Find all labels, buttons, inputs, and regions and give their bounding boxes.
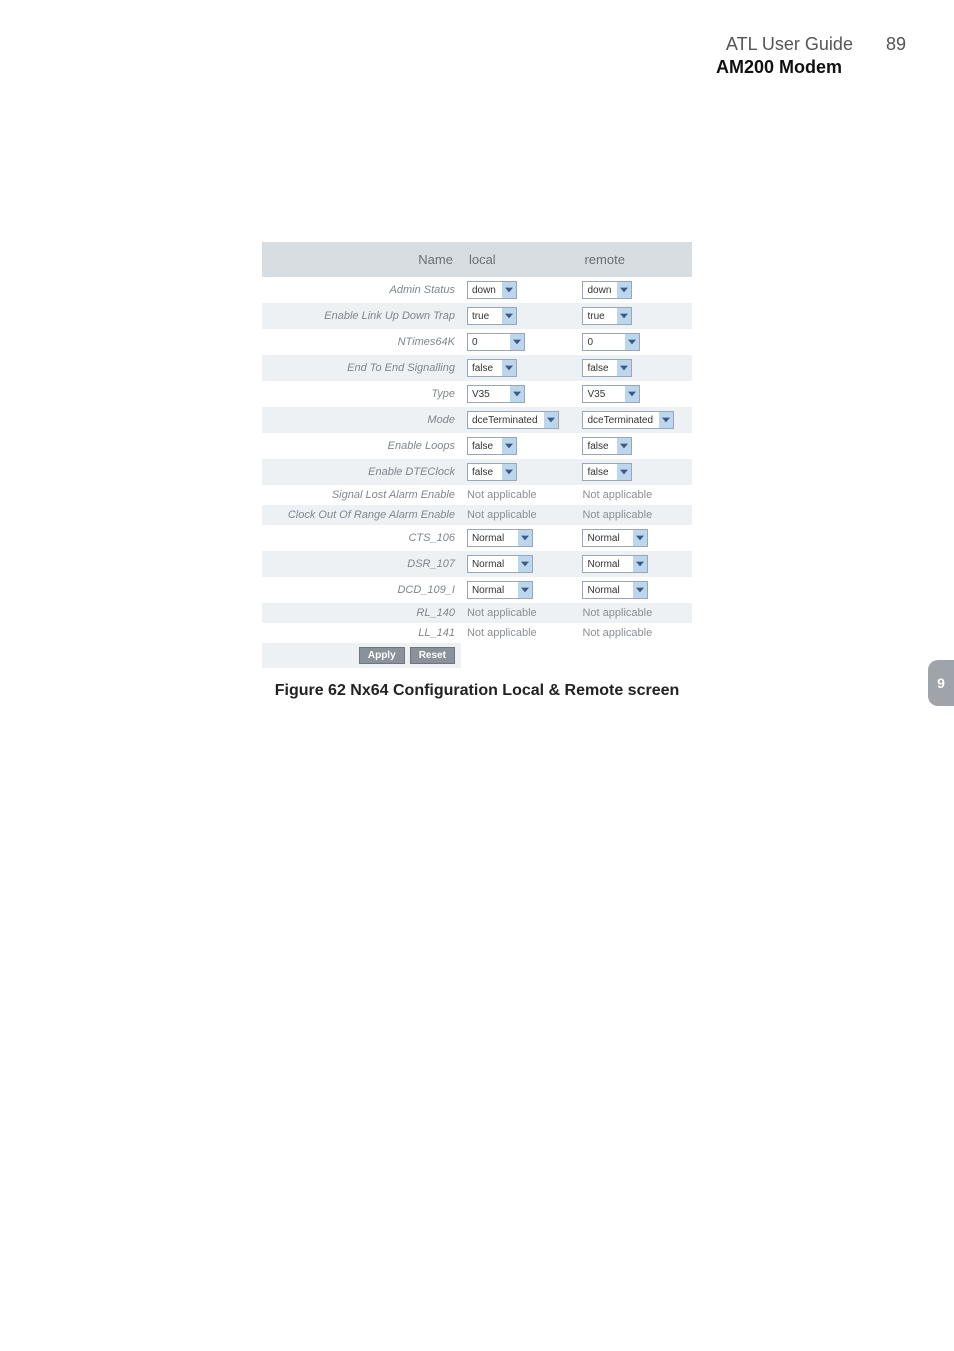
- dsr107-remote-select[interactable]: Normal: [582, 555, 648, 573]
- na-local: Not applicable: [467, 607, 537, 619]
- mode-remote-select[interactable]: dceTerminated: [582, 411, 674, 429]
- chevron-down-icon: [502, 360, 516, 376]
- chevron-down-icon: [502, 464, 516, 480]
- link-trap-remote-select[interactable]: true: [582, 307, 632, 325]
- table-row: Mode dceTerminated dceTerminated: [262, 407, 692, 433]
- na-remote: Not applicable: [582, 489, 652, 501]
- row-label: End To End Signalling: [347, 362, 455, 374]
- row-label: CTS_106: [408, 532, 454, 544]
- row-label: NTimes64K: [398, 336, 455, 348]
- table-row: NTimes64K 0 0: [262, 329, 692, 355]
- ntimes64k-local-select[interactable]: 0: [467, 333, 525, 351]
- chevron-down-icon: [617, 308, 631, 324]
- chevron-down-icon: [659, 412, 673, 428]
- chevron-down-icon: [633, 556, 647, 572]
- col-remote: remote: [576, 242, 692, 277]
- table-row: CTS_106 Normal Normal: [262, 525, 692, 551]
- col-local: local: [461, 242, 577, 277]
- na-remote: Not applicable: [582, 509, 652, 521]
- chevron-down-icon: [617, 360, 631, 376]
- enable-loops-remote-select[interactable]: false: [582, 437, 632, 455]
- chevron-down-icon: [617, 464, 631, 480]
- e2e-sig-remote-select[interactable]: false: [582, 359, 632, 377]
- mode-local-select[interactable]: dceTerminated: [467, 411, 559, 429]
- table-row: LL_141 Not applicable Not applicable: [262, 623, 692, 643]
- na-local: Not applicable: [467, 509, 537, 521]
- row-label: Signal Lost Alarm Enable: [332, 489, 455, 501]
- enable-loops-local-select[interactable]: false: [467, 437, 517, 455]
- row-label: Enable Link Up Down Trap: [324, 310, 455, 322]
- chevron-down-icon: [518, 556, 532, 572]
- table-row: DCD_109_I Normal Normal: [262, 577, 692, 603]
- table-row: Type V35 V35: [262, 381, 692, 407]
- type-local-select[interactable]: V35: [467, 385, 525, 403]
- chevron-down-icon: [510, 386, 524, 402]
- button-row: Apply Reset: [262, 643, 692, 668]
- cts106-remote-select[interactable]: Normal: [582, 529, 648, 547]
- config-table: Name local remote Admin Status down down…: [262, 242, 692, 668]
- row-label: Type: [431, 388, 455, 400]
- dsr107-local-select[interactable]: Normal: [467, 555, 533, 573]
- dcd109-remote-select[interactable]: Normal: [582, 581, 648, 599]
- figure-caption: Figure 62 Nx64 Configuration Local & Rem…: [262, 682, 692, 700]
- table-row: Enable DTEClock false false: [262, 459, 692, 485]
- na-local: Not applicable: [467, 489, 537, 501]
- ntimes64k-remote-select[interactable]: 0: [582, 333, 640, 351]
- page-number: 89: [886, 34, 906, 55]
- row-label: Clock Out Of Range Alarm Enable: [288, 509, 455, 521]
- doc-subtitle: AM200 Modem: [716, 57, 842, 78]
- table-row: Clock Out Of Range Alarm Enable Not appl…: [262, 505, 692, 525]
- chevron-down-icon: [502, 282, 516, 298]
- chevron-down-icon: [625, 386, 639, 402]
- section-tab: 9: [928, 660, 954, 706]
- table-row: Enable Loops false false: [262, 433, 692, 459]
- na-remote: Not applicable: [582, 627, 652, 639]
- chevron-down-icon: [510, 334, 524, 350]
- chevron-down-icon: [518, 582, 532, 598]
- row-label: RL_140: [416, 607, 455, 619]
- chevron-down-icon: [544, 412, 558, 428]
- chevron-down-icon: [502, 438, 516, 454]
- cts106-local-select[interactable]: Normal: [467, 529, 533, 547]
- col-name: Name: [262, 242, 461, 277]
- chevron-down-icon: [633, 582, 647, 598]
- page-header: ATL User Guide 89 AM200 Modem: [716, 34, 906, 78]
- chevron-down-icon: [518, 530, 532, 546]
- row-label: Admin Status: [390, 284, 455, 296]
- type-remote-select[interactable]: V35: [582, 385, 640, 403]
- row-label: LL_141: [418, 627, 455, 639]
- dteclock-local-select[interactable]: false: [467, 463, 517, 481]
- header-line-1: ATL User Guide 89: [716, 34, 906, 55]
- chevron-down-icon: [617, 282, 631, 298]
- table-row: Signal Lost Alarm Enable Not applicable …: [262, 485, 692, 505]
- row-label: Enable Loops: [388, 440, 455, 452]
- chevron-down-icon: [502, 308, 516, 324]
- row-label: Mode: [427, 414, 455, 426]
- na-remote: Not applicable: [582, 607, 652, 619]
- figure-area: Name local remote Admin Status down down…: [262, 242, 692, 700]
- row-label: Enable DTEClock: [368, 466, 455, 478]
- link-trap-local-select[interactable]: true: [467, 307, 517, 325]
- reset-button[interactable]: Reset: [410, 647, 455, 664]
- table-header-row: Name local remote: [262, 242, 692, 277]
- admin-status-remote-select[interactable]: down: [582, 281, 632, 299]
- e2e-sig-local-select[interactable]: false: [467, 359, 517, 377]
- chevron-down-icon: [617, 438, 631, 454]
- admin-status-local-select[interactable]: down: [467, 281, 517, 299]
- apply-button[interactable]: Apply: [359, 647, 405, 664]
- chevron-down-icon: [625, 334, 639, 350]
- dteclock-remote-select[interactable]: false: [582, 463, 632, 481]
- table-row: Enable Link Up Down Trap true true: [262, 303, 692, 329]
- table-row: RL_140 Not applicable Not applicable: [262, 603, 692, 623]
- na-local: Not applicable: [467, 627, 537, 639]
- row-label: DCD_109_I: [397, 584, 454, 596]
- doc-title: ATL User Guide: [726, 34, 853, 54]
- dcd109-local-select[interactable]: Normal: [467, 581, 533, 599]
- table-row: Admin Status down down: [262, 277, 692, 303]
- row-label: DSR_107: [407, 558, 455, 570]
- chevron-down-icon: [633, 530, 647, 546]
- table-row: End To End Signalling false false: [262, 355, 692, 381]
- table-row: DSR_107 Normal Normal: [262, 551, 692, 577]
